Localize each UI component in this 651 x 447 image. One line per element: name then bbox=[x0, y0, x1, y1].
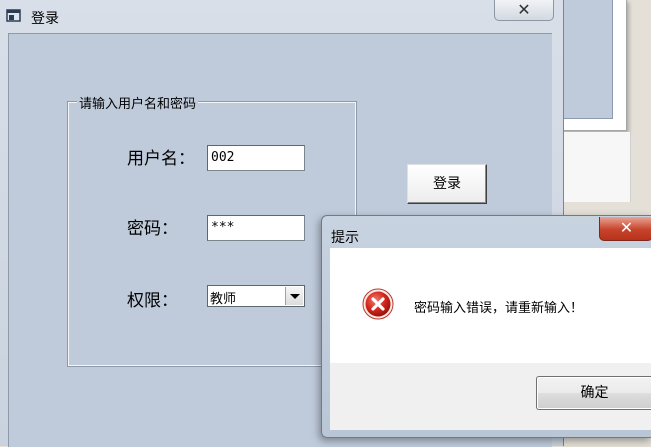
message-area: 密码输入错误，请重新输入！ bbox=[330, 248, 651, 363]
message-box-body: 密码输入错误，请重新输入！ 确定 bbox=[330, 248, 651, 430]
error-icon bbox=[362, 288, 394, 320]
password-input[interactable]: *** bbox=[207, 215, 305, 241]
app-window-icon bbox=[6, 9, 21, 22]
login-button[interactable]: 登录 bbox=[407, 164, 487, 204]
groupbox-title: 请输入用户名和密码 bbox=[77, 93, 199, 112]
password-label: 密码： bbox=[127, 219, 178, 239]
role-label: 权限： bbox=[127, 291, 178, 311]
role-selected-value: 教师 bbox=[210, 292, 237, 307]
username-label: 用户名： bbox=[127, 149, 195, 169]
background-window bbox=[555, 0, 627, 131]
message-box-title: 提示 bbox=[331, 230, 359, 246]
ok-button[interactable]: 确定 bbox=[536, 376, 651, 410]
error-message: 密码输入错误，请重新输入！ bbox=[414, 301, 584, 316]
background-window-lower bbox=[560, 132, 631, 202]
background-window-panel bbox=[556, 0, 613, 119]
username-input[interactable]: 002 bbox=[207, 145, 305, 171]
chevron-down-icon[interactable] bbox=[285, 287, 303, 305]
login-window-title: 登录 bbox=[31, 11, 59, 27]
login-titlebar[interactable]: 登录 ✕ bbox=[0, 0, 563, 32]
login-close-button[interactable]: ✕ bbox=[494, 0, 554, 21]
role-select[interactable]: 教师 bbox=[207, 285, 305, 307]
message-box: 提示 ✕ 密码输入错误，请重新输入！ 确定 bbox=[321, 215, 651, 438]
message-box-close-button[interactable]: ✕ bbox=[599, 217, 651, 241]
